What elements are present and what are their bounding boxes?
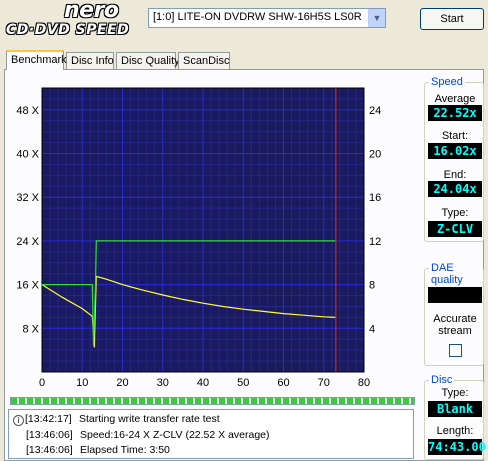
- y-left-tick-label: 32 X: [16, 192, 39, 204]
- log-time: [13:42:17]: [25, 413, 72, 425]
- log-message: Starting write transfer rate test: [79, 413, 220, 425]
- tab-disc-info[interactable]: Disc Info: [66, 52, 114, 69]
- log-time: [13:46:06]: [26, 444, 73, 456]
- log-entry: [13:46:06] Speed:16-24 X Z-CLV (22.52 X a…: [26, 429, 270, 441]
- disc-type-value: Blank: [428, 401, 482, 417]
- log-entry: i [13:42:17] Starting write transfer rate …: [13, 413, 220, 426]
- accurate-stream-label-1: Accurate: [433, 313, 477, 325]
- log-time: [13:46:06]: [26, 429, 73, 441]
- drive-select[interactable]: [1:0] LITE-ON DVDRW SHW-16H5S LS0R ▼: [148, 8, 386, 28]
- x-tick-label: 40: [197, 377, 209, 389]
- y-left-tick-label: 24 X: [16, 236, 39, 248]
- drive-select-value: [1:0] LITE-ON DVDRW SHW-16H5S LS0R: [153, 11, 362, 23]
- disc-group-title: Disc: [429, 374, 455, 386]
- progress-bar-fill: [11, 398, 414, 404]
- log-entry: [13:46:06] Elapsed Time: 3:50: [26, 444, 170, 456]
- disc-length-label: Length:: [436, 425, 474, 437]
- speed-group-title: Speed: [429, 76, 465, 88]
- progress-bar: [10, 397, 415, 405]
- x-tick-label: 0: [39, 377, 45, 389]
- tab-scandisc[interactable]: ScanDisc: [178, 52, 230, 69]
- y-right-tick-label: 12: [369, 236, 381, 248]
- speed-group: Speed Average 22.52x Start: 16.02x End: …: [424, 76, 484, 242]
- average-value: 22.52x: [428, 105, 482, 121]
- dae-quality-value: [428, 287, 482, 303]
- log-message: Elapsed Time: 3:50: [80, 444, 170, 456]
- average-label: Average: [434, 93, 476, 105]
- disc-length-value: 74:43.00: [428, 439, 486, 455]
- end-speed-value: 24.04x: [428, 181, 482, 197]
- y-right-tick-label: 20: [369, 149, 381, 161]
- x-tick-label: 50: [237, 377, 249, 389]
- y-left-tick-label: 16 X: [16, 280, 39, 292]
- speed-type-value: Z-CLV: [428, 221, 482, 237]
- y-right-tick-label: 4: [369, 323, 375, 335]
- accurate-stream-label-2: stream: [438, 325, 472, 337]
- x-tick-label: 60: [277, 377, 289, 389]
- x-tick-label: 20: [116, 377, 128, 389]
- accurate-stream-checkbox[interactable]: [449, 344, 462, 357]
- tab-disc-quality[interactable]: Disc Quality: [116, 52, 180, 69]
- start-speed-value: 16.02x: [428, 143, 482, 159]
- nero-logo: nero CD·DVD SPEED: [6, 0, 142, 42]
- y-left-tick-label: 40 X: [16, 149, 39, 161]
- chevron-down-icon[interactable]: ▼: [368, 9, 385, 27]
- x-tick-label: 80: [358, 377, 370, 389]
- logo-nero-text: nero: [64, 0, 119, 23]
- tab-benchmark[interactable]: Benchmark: [6, 50, 67, 70]
- benchmark-chart: 0 10 20 30 40 50 60 70 80 8 X 16 X 24 X 32 X 40 X 48 X…: [16, 87, 381, 389]
- disc-type-label: Type:: [441, 387, 469, 399]
- start-button[interactable]: Start: [420, 8, 484, 30]
- speed-type-label: Type:: [441, 207, 469, 219]
- y-left-tick-label: 48 X: [16, 105, 39, 117]
- x-tick-label: 70: [318, 377, 330, 389]
- dae-quality-title: DAE quality: [429, 262, 483, 286]
- y-right-tick-label: 16: [369, 192, 381, 204]
- end-speed-label: End:: [443, 169, 467, 181]
- disc-group: Disc Type: Blank Length: 74:43.00: [424, 374, 486, 460]
- info-icon: i: [13, 415, 24, 426]
- y-right-tick-label: 8: [369, 280, 375, 292]
- y-right-tick-label: 24: [369, 105, 381, 117]
- logo-cd-dvd-speed-text: CD·DVD SPEED: [6, 22, 130, 38]
- log-message: Speed:16-24 X Z-CLV (22.52 X average): [80, 429, 270, 441]
- start-speed-label: Start:: [441, 130, 469, 142]
- x-tick-label: 30: [157, 377, 169, 389]
- y-left-tick-label: 8 X: [22, 323, 39, 335]
- log-list[interactable]: i [13:42:17] Starting write transfer rate …: [8, 409, 414, 459]
- x-tick-label: 10: [76, 377, 88, 389]
- dae-quality-group: DAE quality Accurate stream: [424, 262, 484, 366]
- top-bar: nero CD·DVD SPEED [1:0] LITE-ON DVDRW SH…: [0, 0, 488, 44]
